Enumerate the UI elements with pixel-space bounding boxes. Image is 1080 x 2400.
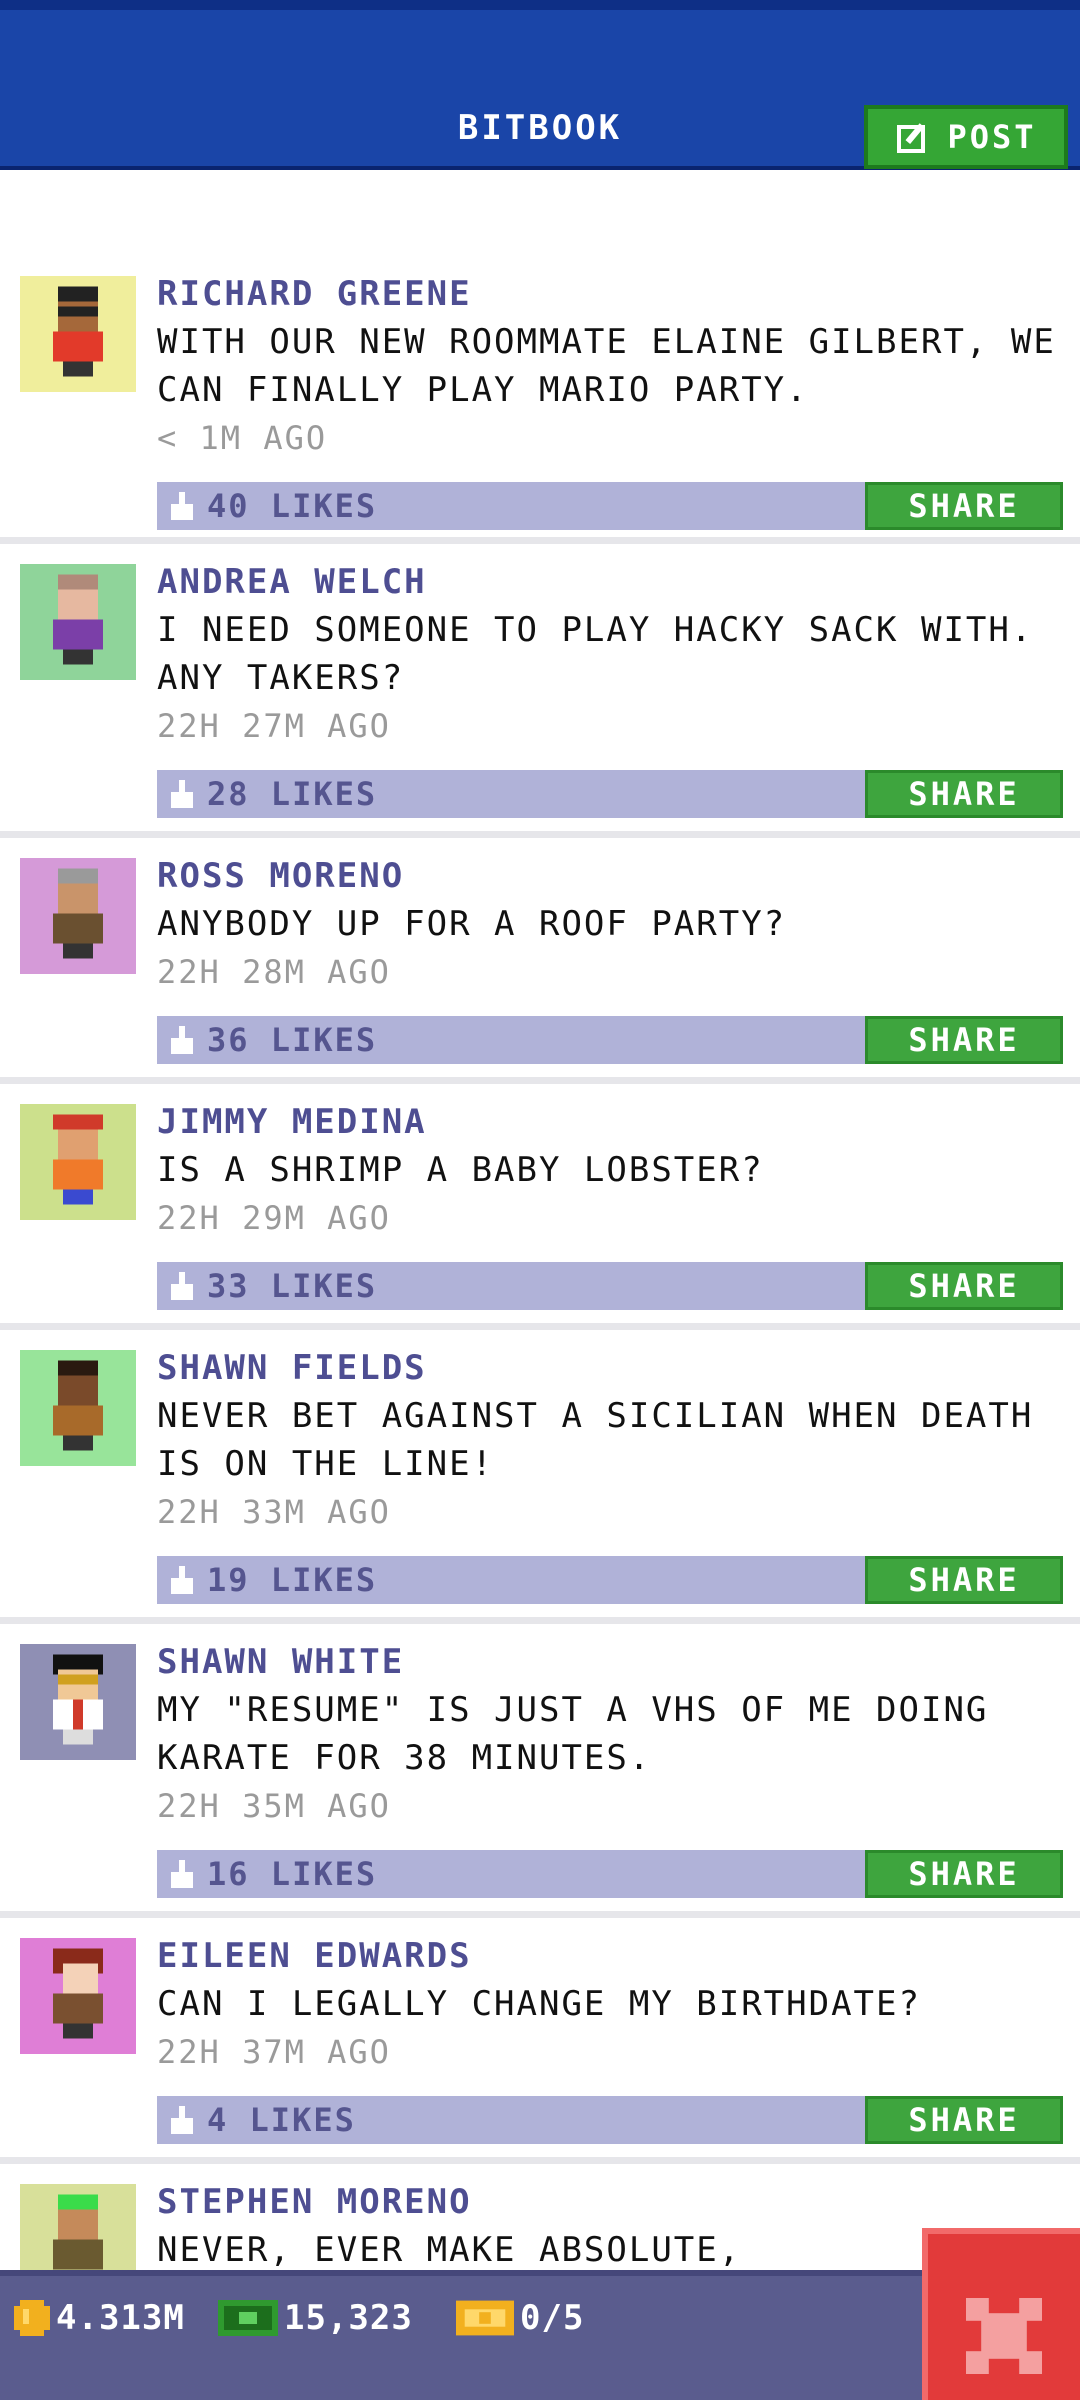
thumbs-up-icon[interactable] bbox=[169, 1272, 195, 1300]
thumbs-up-icon[interactable] bbox=[169, 1026, 195, 1054]
post-text: IS A SHRIMP A BABY LOBSTER? bbox=[157, 1150, 764, 1190]
avatar[interactable] bbox=[20, 1350, 136, 1466]
edit-icon bbox=[897, 123, 926, 153]
thumbs-up-icon[interactable] bbox=[169, 492, 195, 520]
avatar-figure-icon bbox=[53, 1114, 103, 1205]
coin-icon bbox=[14, 2300, 50, 2336]
likes-row: 33 LIKES SHARE bbox=[157, 1262, 1063, 1310]
post-author[interactable]: JIMMY MEDINA bbox=[157, 1098, 1080, 1146]
share-button[interactable]: SHARE bbox=[865, 1262, 1063, 1310]
post-button-label: POST bbox=[947, 118, 1037, 156]
post-time: 22H 33M AGO bbox=[157, 1493, 391, 1531]
feed-post: EILEEN EDWARDS CAN I LEGALLY CHANGE MY B… bbox=[0, 1918, 1080, 2164]
share-button[interactable]: SHARE bbox=[865, 770, 1063, 818]
feed-post: ROSS MORENO ANYBODY UP FOR A ROOF PARTY?… bbox=[0, 838, 1080, 1084]
share-button[interactable]: SHARE bbox=[865, 1850, 1063, 1898]
likes-count: 4 LIKES bbox=[207, 2101, 356, 2139]
avatar-figure-icon bbox=[53, 574, 103, 665]
avatar[interactable] bbox=[20, 1644, 136, 1760]
likes-count: 33 LIKES bbox=[207, 1267, 378, 1305]
avatar-figure-icon bbox=[53, 1360, 103, 1451]
thumbs-up-icon[interactable] bbox=[169, 1566, 195, 1594]
bux-icon bbox=[218, 2300, 278, 2336]
likes-count: 28 LIKES bbox=[207, 775, 378, 813]
likes-row: 28 LIKES SHARE bbox=[157, 770, 1063, 818]
currency-bar: 4.313M 15,323 0/5 bbox=[0, 2270, 1080, 2400]
share-button[interactable]: SHARE bbox=[865, 482, 1063, 530]
post-author[interactable]: STEPHEN MORENO bbox=[157, 2178, 1080, 2226]
post-author[interactable]: ROSS MORENO bbox=[157, 852, 1080, 900]
post-text: I NEED SOMEONE TO PLAY HACKY SACK WITH. … bbox=[157, 610, 1034, 698]
avatar[interactable] bbox=[20, 858, 136, 974]
post-time: 22H 28M AGO bbox=[157, 953, 391, 991]
ticket-icon bbox=[456, 2300, 514, 2336]
post-time: 22H 29M AGO bbox=[157, 1199, 391, 1237]
post-time: 22H 37M AGO bbox=[157, 2033, 391, 2071]
thumbs-up-icon[interactable] bbox=[169, 2106, 195, 2134]
tickets-stat: 0/5 bbox=[456, 2298, 584, 2338]
avatar[interactable] bbox=[20, 1938, 136, 2054]
likes-row: 4 LIKES SHARE bbox=[157, 2096, 1063, 2144]
post-time: 22H 35M AGO bbox=[157, 1787, 391, 1825]
app-header: BITBOOK POST bbox=[0, 0, 1080, 170]
post-time: < 1M AGO bbox=[157, 419, 328, 457]
likes-row: 19 LIKES SHARE bbox=[157, 1556, 1063, 1604]
post-button[interactable]: POST bbox=[864, 105, 1068, 169]
post-author[interactable]: SHAWN FIELDS bbox=[157, 1344, 1080, 1392]
post-author[interactable]: RICHARD GREENE bbox=[157, 270, 1080, 318]
post-text: ANYBODY UP FOR A ROOF PARTY? bbox=[157, 904, 787, 944]
likes-row: 36 LIKES SHARE bbox=[157, 1016, 1063, 1064]
thumbs-up-icon[interactable] bbox=[169, 1860, 195, 1888]
likes-count: 19 LIKES bbox=[207, 1561, 378, 1599]
coins-value: 4.313M bbox=[56, 2298, 185, 2338]
feed-post: SHAWN WHITE MY "RESUME" IS JUST A VHS OF… bbox=[0, 1624, 1080, 1918]
post-text: WITH OUR NEW ROOMMATE ELAINE GILBERT, WE… bbox=[157, 322, 1056, 410]
avatar[interactable] bbox=[20, 564, 136, 680]
feed-post: ANDREA WELCH I NEED SOMEONE TO PLAY HACK… bbox=[0, 544, 1080, 838]
avatar-figure-icon bbox=[53, 1948, 103, 2039]
feed: RICHARD GREENE WITH OUR NEW ROOMMATE ELA… bbox=[0, 270, 1080, 2364]
feed-post: RICHARD GREENE WITH OUR NEW ROOMMATE ELA… bbox=[0, 270, 1080, 544]
post-time: 22H 27M AGO bbox=[157, 707, 391, 745]
post-text: CAN I LEGALLY CHANGE MY BIRTHDATE? bbox=[157, 1984, 921, 2024]
feed-post: JIMMY MEDINA IS A SHRIMP A BABY LOBSTER?… bbox=[0, 1084, 1080, 1330]
avatar[interactable] bbox=[20, 276, 136, 392]
share-button[interactable]: SHARE bbox=[865, 1016, 1063, 1064]
avatar-figure-icon bbox=[53, 286, 103, 377]
likes-count: 40 LIKES bbox=[207, 487, 378, 525]
post-text: NEVER BET AGAINST A SICILIAN WHEN DEATH … bbox=[157, 1396, 1034, 1484]
bux-value: 15,323 bbox=[284, 2298, 413, 2338]
thumbs-up-icon[interactable] bbox=[169, 780, 195, 808]
likes-row: 16 LIKES SHARE bbox=[157, 1850, 1063, 1898]
coins-stat: 4.313M bbox=[14, 2298, 185, 2338]
likes-count: 36 LIKES bbox=[207, 1021, 378, 1059]
post-author[interactable]: SHAWN WHITE bbox=[157, 1638, 1080, 1686]
share-button[interactable]: SHARE bbox=[865, 1556, 1063, 1604]
likes-count: 16 LIKES bbox=[207, 1855, 378, 1893]
feed-post: SHAWN FIELDS NEVER BET AGAINST A SICILIA… bbox=[0, 1330, 1080, 1624]
avatar-figure-icon bbox=[53, 1654, 103, 1745]
avatar-figure-icon bbox=[53, 868, 103, 959]
avatar[interactable] bbox=[20, 1104, 136, 1220]
share-button[interactable]: SHARE bbox=[865, 2096, 1063, 2144]
tickets-value: 0/5 bbox=[520, 2298, 585, 2338]
bux-stat: 15,323 bbox=[218, 2298, 413, 2338]
likes-row: 40 LIKES SHARE bbox=[157, 482, 1063, 530]
close-button[interactable] bbox=[922, 2228, 1080, 2400]
post-text: MY "RESUME" IS JUST A VHS OF ME DOING KA… bbox=[157, 1690, 989, 1778]
post-author[interactable]: ANDREA WELCH bbox=[157, 558, 1080, 606]
post-author[interactable]: EILEEN EDWARDS bbox=[157, 1932, 1080, 1980]
close-icon bbox=[966, 2298, 1042, 2374]
